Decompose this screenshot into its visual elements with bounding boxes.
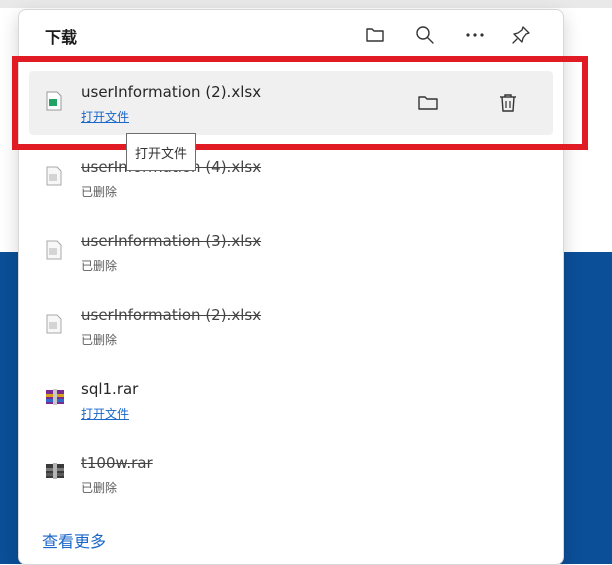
excel-file-icon <box>45 91 63 111</box>
rar-archive-icon <box>45 462 64 482</box>
delete-icon[interactable] <box>494 89 522 117</box>
download-item[interactable]: userInformation (2).xlsx 打开文件 <box>29 71 553 135</box>
downloads-title: 下载 <box>45 28 78 47</box>
file-icon <box>45 314 63 334</box>
file-status: 已删除 <box>81 259 118 273</box>
download-item[interactable]: sql1.rar 打开文件 <box>29 368 553 432</box>
download-item[interactable]: t100w.rar 已删除 <box>29 442 553 506</box>
file-status: 已删除 <box>81 333 118 347</box>
show-in-folder-icon[interactable] <box>414 89 442 117</box>
downloads-header: 下载 <box>19 10 563 58</box>
open-file-link[interactable]: 打开文件 <box>81 108 129 125</box>
download-item[interactable]: userInformation (2).xlsx 已删除 <box>29 294 553 358</box>
file-icon <box>45 166 63 186</box>
file-icon <box>45 240 63 260</box>
search-icon[interactable] <box>413 23 437 47</box>
file-status: 已删除 <box>81 185 118 199</box>
file-status: 已删除 <box>81 481 118 495</box>
more-icon[interactable] <box>463 23 487 47</box>
download-item[interactable]: userInformation (3).xlsx 已删除 <box>29 220 553 284</box>
toolbar-strip <box>0 0 612 8</box>
file-name: userInformation (2).xlsx <box>81 306 262 324</box>
open-file-link[interactable]: 打开文件 <box>81 405 129 422</box>
rar-archive-icon <box>45 388 64 408</box>
tooltip: 打开文件 <box>126 133 197 171</box>
file-name: userInformation (3).xlsx <box>81 232 262 250</box>
download-item[interactable]: userInformation (4).xlsx 已删除 <box>29 146 553 210</box>
folder-icon[interactable] <box>363 23 387 47</box>
see-more-link[interactable]: 查看更多 <box>42 528 106 552</box>
file-name: userInformation (2).xlsx <box>81 83 262 101</box>
downloads-panel: 下载 userInformation (2).xlsx 打开文件 (4).xls… <box>18 9 564 565</box>
pin-icon[interactable] <box>509 23 533 47</box>
file-name: t100w.rar <box>81 454 153 472</box>
file-name: sql1.rar <box>81 380 139 398</box>
